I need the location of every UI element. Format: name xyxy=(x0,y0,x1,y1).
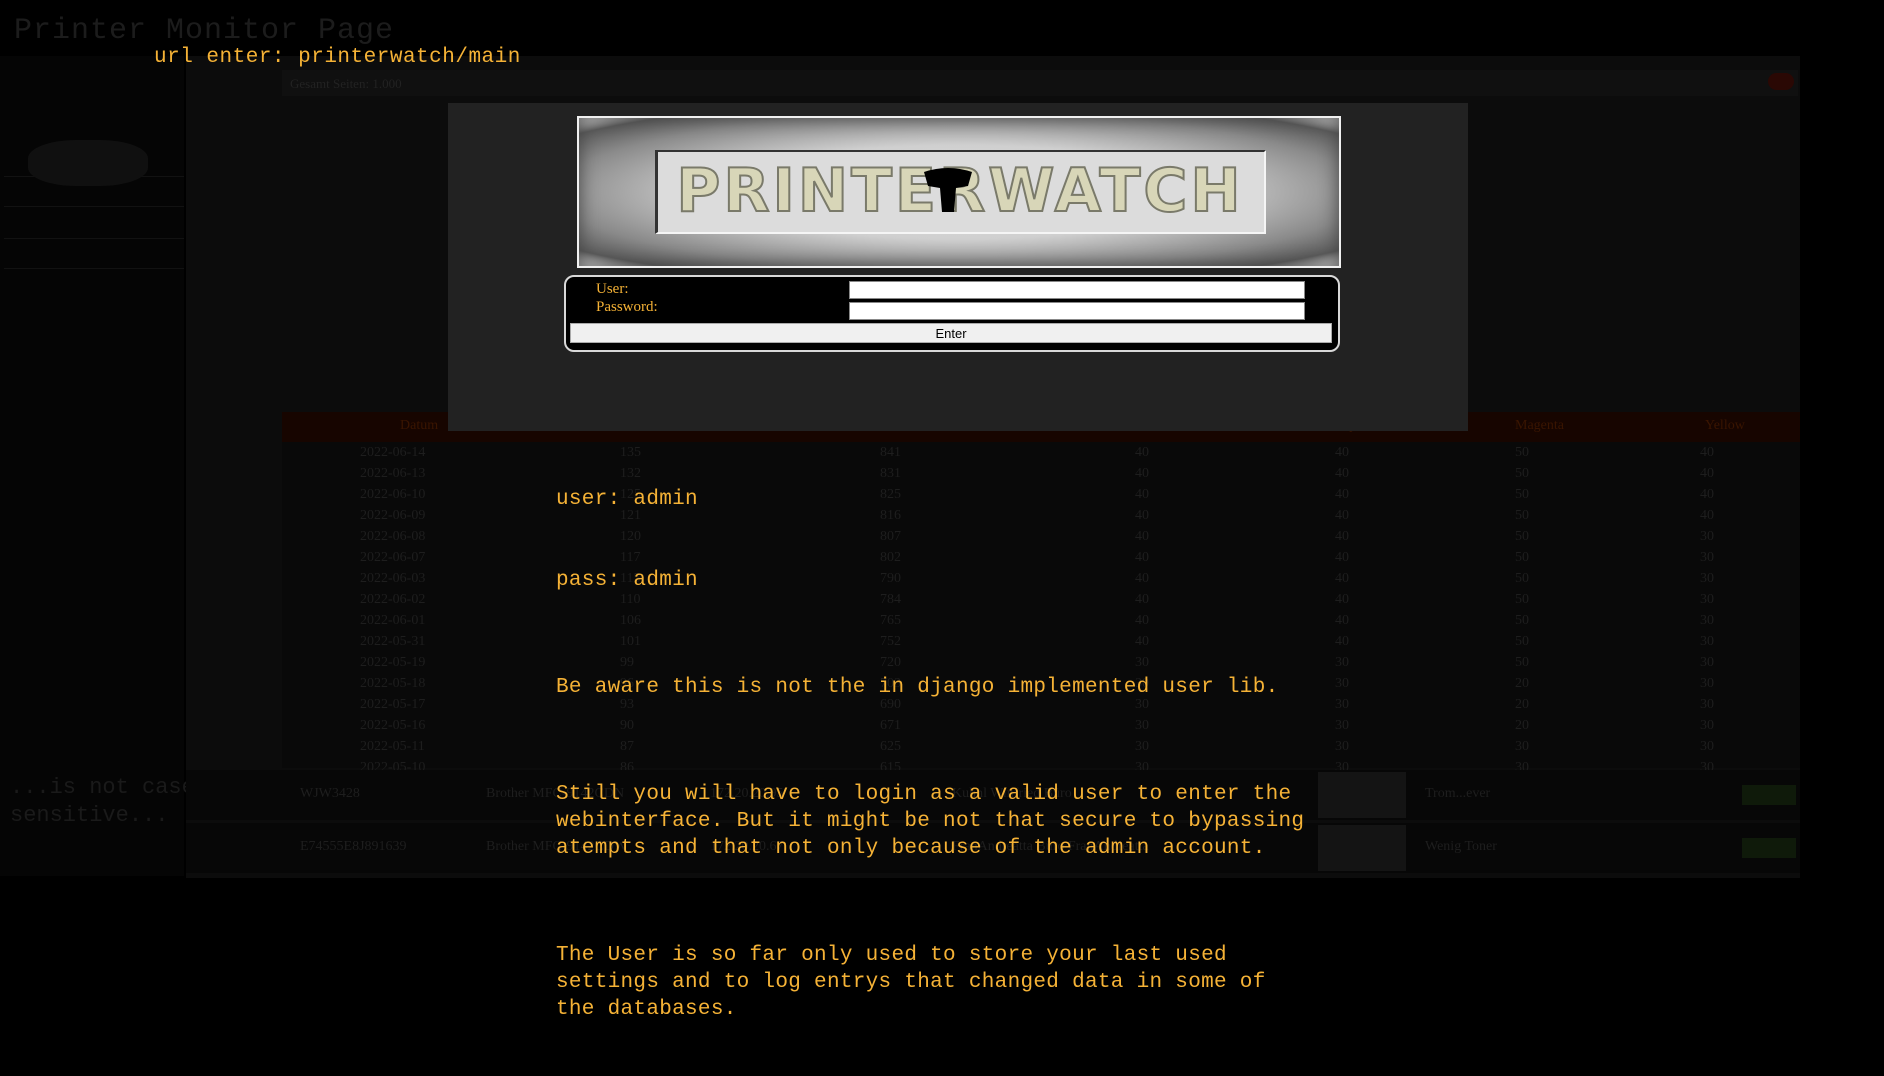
table-cell: 30 xyxy=(1700,571,1714,586)
table-cell: 30 xyxy=(1700,697,1714,712)
table-cell: 2022-06-09 xyxy=(360,508,426,523)
table-header-cell[interactable]: Magenta xyxy=(1515,418,1564,434)
table-cell: 2022-05-11 xyxy=(360,739,425,754)
table-header-cell[interactable]: Yellow xyxy=(1705,418,1745,434)
table-cell: 20 xyxy=(1515,697,1529,712)
table-cell: 50 xyxy=(1515,592,1529,607)
table-cell: 40 xyxy=(1700,487,1714,502)
sidebar-footer-line: ...is not case xyxy=(10,775,195,800)
table-cell: 30 xyxy=(1515,739,1529,754)
table-cell: 30 xyxy=(1700,550,1714,565)
hint-credentials-user: user: admin xyxy=(556,488,698,511)
table-cell: 30 xyxy=(1700,739,1714,754)
table-cell: 30 xyxy=(1700,529,1714,544)
table-cell: 2022-06-08 xyxy=(360,529,426,544)
enter-button[interactable]: Enter xyxy=(570,323,1332,343)
hint-paragraph-1: Be aware this is not the in django imple… xyxy=(556,676,1279,699)
table-cell: 2022-06-07 xyxy=(360,550,426,565)
sidebar-logo-icon xyxy=(28,140,148,186)
sidebar-divider xyxy=(4,268,184,269)
table-cell: 2022-06-10 xyxy=(360,487,426,502)
table-cell: 30 xyxy=(1700,613,1714,628)
table-cell: 2022-06-01 xyxy=(360,613,426,628)
user-label: User: xyxy=(596,281,629,297)
table-cell: 50 xyxy=(1515,613,1529,628)
table-cell: 2022-05-16 xyxy=(360,718,426,733)
table-cell: 40 xyxy=(1700,508,1714,523)
hint-paragraph-2: Still you will have to login as a valid … xyxy=(556,783,1305,860)
table-cell: 30 xyxy=(1700,592,1714,607)
table-cell: 50 xyxy=(1515,508,1529,523)
table-cell: 20 xyxy=(1515,718,1529,733)
close-icon[interactable] xyxy=(1768,73,1794,90)
table-header-cell[interactable]: Datum xyxy=(400,418,438,434)
table-cell: 2022-06-02 xyxy=(360,592,426,607)
table-cell: 50 xyxy=(1515,571,1529,586)
table-cell: 50 xyxy=(1515,466,1529,481)
printer-serial: E74555E8J891639 xyxy=(300,839,407,854)
table-cell: 40 xyxy=(1700,445,1714,460)
summary-text: Gesamt Seiten: 1.000 xyxy=(290,76,402,91)
hint-credentials-pass: pass: admin xyxy=(556,569,698,592)
table-cell: 2022-05-18 xyxy=(360,676,426,691)
table-cell: 50 xyxy=(1515,487,1529,502)
table-cell: 30 xyxy=(1700,676,1714,691)
table-cell: 2022-05-17 xyxy=(360,697,426,712)
printer-serial: WJW3428 xyxy=(300,786,360,801)
table-cell: 2022-06-14 xyxy=(360,445,426,460)
table-cell: 50 xyxy=(1515,445,1529,460)
user-input[interactable] xyxy=(849,281,1305,299)
table-cell: 30 xyxy=(1700,718,1714,733)
table-cell: 30 xyxy=(1700,634,1714,649)
table-cell: 20 xyxy=(1515,676,1529,691)
printer-details-button[interactable] xyxy=(1742,838,1796,858)
summary-bar xyxy=(282,70,1798,96)
hint-paragraph-3: The User is so far only used to store yo… xyxy=(556,944,1266,1021)
sidebar-footer-line: sensitive... xyxy=(10,803,169,828)
table-cell: 2022-05-19 xyxy=(360,655,426,670)
password-input[interactable] xyxy=(849,302,1305,320)
sidebar-divider xyxy=(4,238,184,239)
sidebar-footer: ...is not case sensitive... xyxy=(10,774,195,830)
printer-details-button[interactable] xyxy=(1742,785,1796,805)
login-hint: user: admin pass: admin Be aware this is… xyxy=(556,432,1456,1076)
table-cell: 50 xyxy=(1515,550,1529,565)
table-cell: 50 xyxy=(1515,634,1529,649)
table-cell: 40 xyxy=(1700,466,1714,481)
password-label: Password: xyxy=(596,299,658,315)
table-cell: 2022-06-13 xyxy=(360,466,426,481)
url-hint: url enter: printerwatch/main xyxy=(154,46,521,69)
printer-logo-icon xyxy=(924,168,972,212)
sidebar-divider xyxy=(4,206,184,207)
table-cell: 50 xyxy=(1515,655,1529,670)
table-cell: 50 xyxy=(1515,529,1529,544)
table-cell: 2022-05-31 xyxy=(360,634,426,649)
table-cell: 30 xyxy=(1700,655,1714,670)
background-page-title: Printer Monitor Page xyxy=(14,14,395,48)
table-cell: 2022-06-03 xyxy=(360,571,426,586)
